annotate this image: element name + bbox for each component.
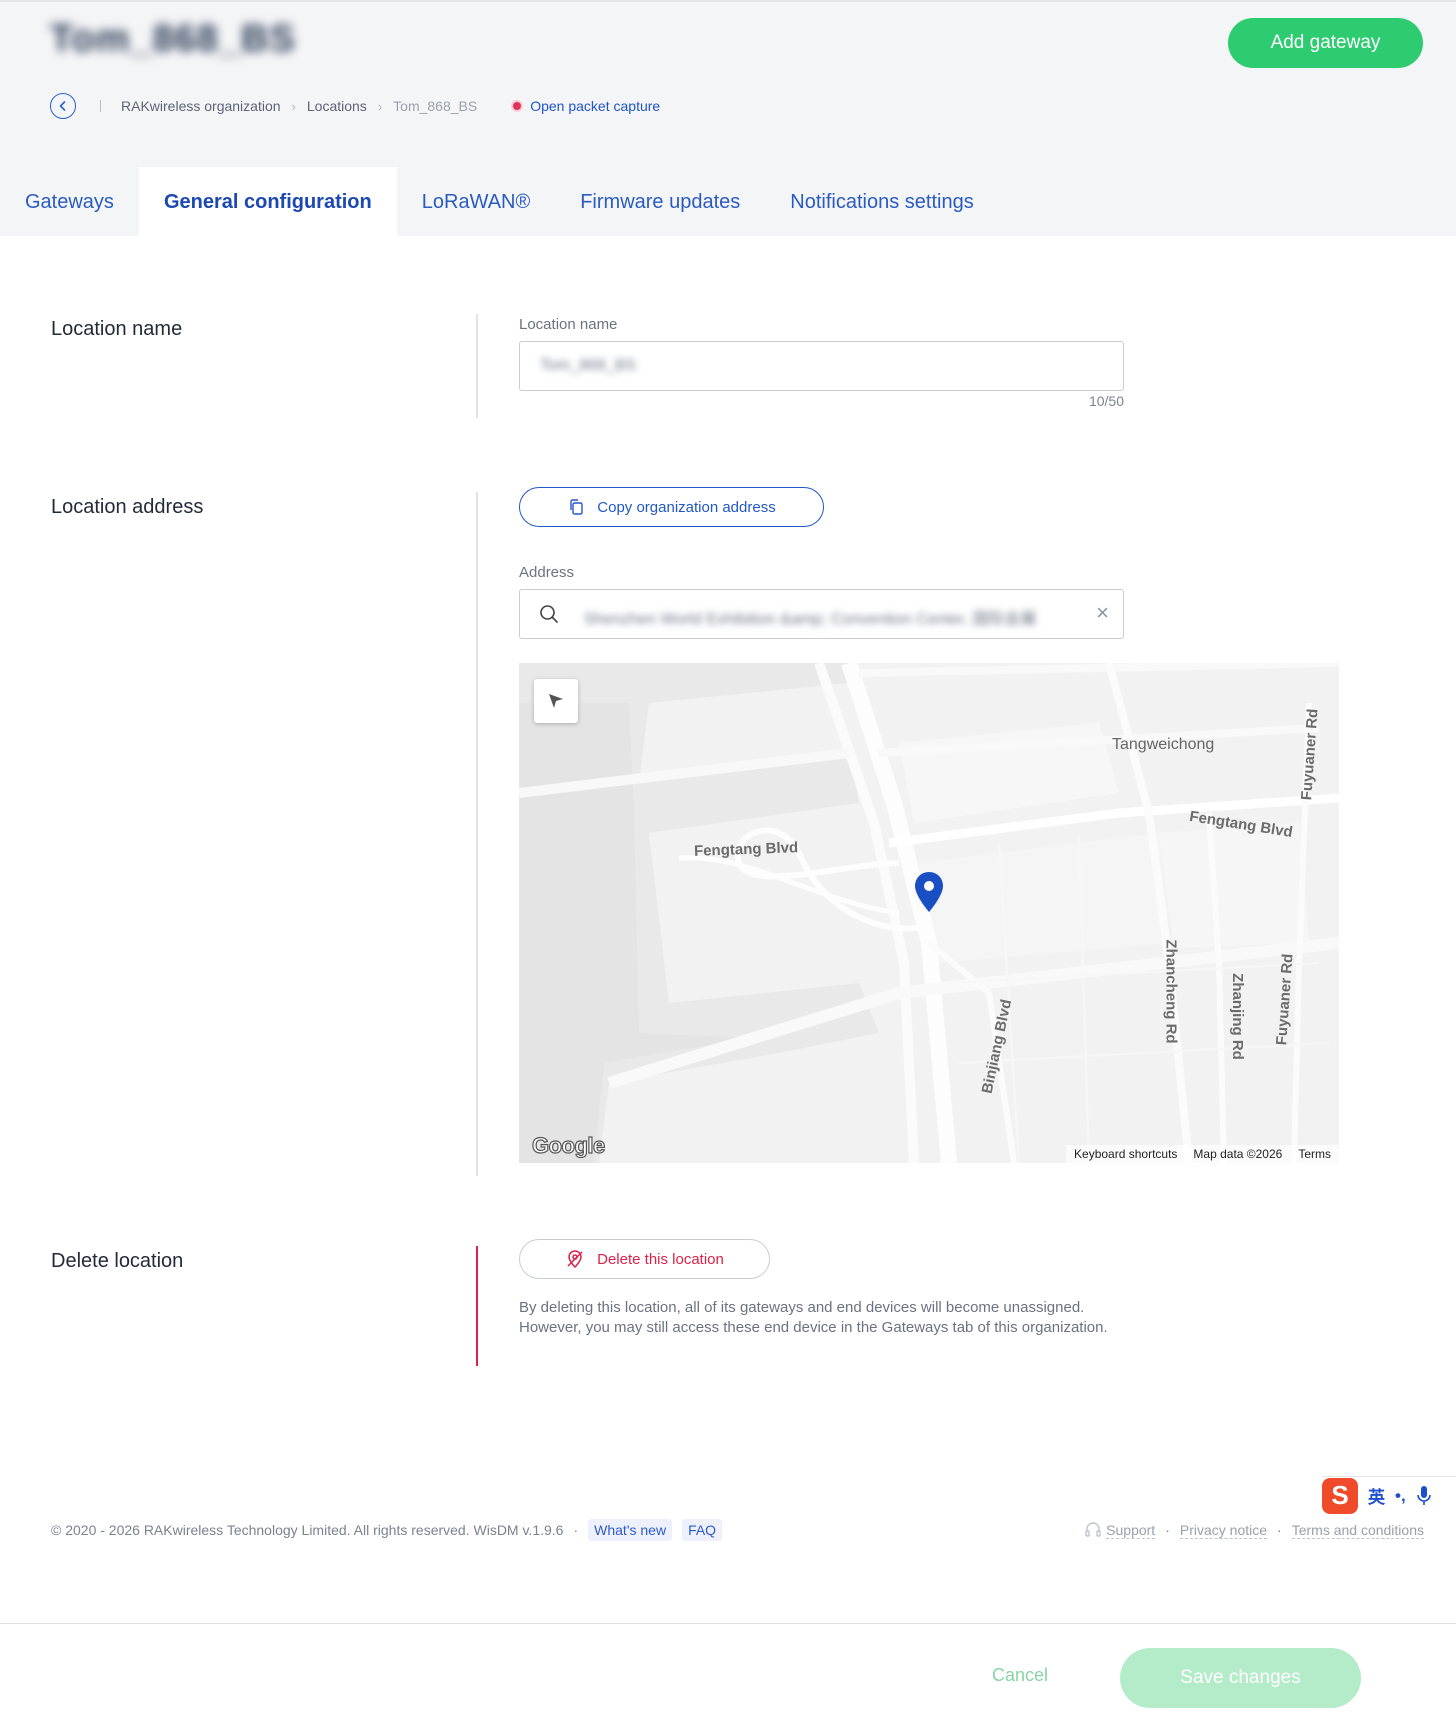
keyboard-shortcuts-link[interactable]: Keyboard shortcuts xyxy=(1066,1147,1185,1161)
map-attribution: Keyboard shortcuts Map data ©2026 Terms xyxy=(1066,1145,1339,1163)
save-changes-button[interactable]: Save changes xyxy=(1120,1648,1361,1708)
whats-new-link[interactable]: What's new xyxy=(588,1519,673,1541)
faq-link[interactable]: FAQ xyxy=(682,1519,723,1541)
location-off-icon xyxy=(567,1250,583,1269)
section-divider xyxy=(476,314,478,418)
map-data-text: Map data ©2026 xyxy=(1193,1147,1283,1161)
address-label: Address xyxy=(519,564,575,581)
action-bar: Cancel Save changes xyxy=(0,1623,1456,1723)
tab-gateways[interactable]: Gateways xyxy=(0,167,139,238)
page-header: Tom_868_BS Add gateway RAKwireless organ… xyxy=(0,0,1456,238)
map-label-tangweichong: Tangweichong xyxy=(1112,736,1215,753)
back-button[interactable] xyxy=(50,93,76,119)
google-logo: Google xyxy=(531,1132,605,1158)
chevron-left-icon xyxy=(59,101,66,111)
clear-icon[interactable]: × xyxy=(1096,601,1109,625)
copyright-text: © 2020 - 2026 RAKwireless Technology Lim… xyxy=(51,1522,564,1538)
separator-dot: · xyxy=(1165,1522,1170,1538)
record-dot-icon xyxy=(513,102,522,110)
footer: © 2020 - 2026 RAKwireless Technology Lim… xyxy=(51,1517,1424,1543)
support-link[interactable]: Support xyxy=(1106,1522,1156,1539)
breadcrumb: RAKwireless organization › Locations › T… xyxy=(50,93,660,119)
chevron-right-icon: › xyxy=(291,98,296,114)
section-divider xyxy=(476,492,478,1176)
separator-dot: · xyxy=(1277,1522,1282,1538)
navigation-arrow-icon xyxy=(549,694,563,708)
my-location-button[interactable] xyxy=(534,679,578,723)
location-pin-icon[interactable] xyxy=(914,871,944,913)
tab-lorawan[interactable]: LoRaWAN® xyxy=(397,167,555,238)
danger-divider xyxy=(476,1246,478,1366)
copy-icon xyxy=(570,499,583,515)
tab-firmware-updates[interactable]: Firmware updates xyxy=(555,167,765,238)
character-counter: 10/50 xyxy=(1088,393,1124,409)
tab-general-configuration[interactable]: General configuration xyxy=(138,167,397,238)
search-icon xyxy=(540,605,558,623)
map-label-zhanjing-rd: Zhanjing Rd xyxy=(1228,973,1246,1060)
address-search-input[interactable]: Shenzhen World Exhibition &amp; Conventi… xyxy=(519,589,1124,639)
delete-location-section-title: Delete location xyxy=(51,1250,184,1272)
map-label-fengtang-blvd: Fengtang Blvd xyxy=(693,839,799,860)
separator-dot: · xyxy=(573,1522,579,1538)
open-packet-capture-link[interactable]: Open packet capture xyxy=(530,98,660,114)
delete-location-label: Delete this location xyxy=(597,1250,724,1268)
delete-location-description: By deleting this location, all of its ga… xyxy=(519,1299,1108,1336)
address-value: Shenzhen World Exhibition &amp; Conventi… xyxy=(584,611,1037,628)
ime-punctuation[interactable]: •, xyxy=(1395,1486,1406,1506)
location-name-value: Tom_868_BS xyxy=(540,357,637,374)
location-name-section-title: Location name xyxy=(51,318,183,340)
copy-organization-address-button[interactable]: Copy organization address xyxy=(519,487,824,527)
ime-toolbar[interactable]: S 英 •, xyxy=(1322,1476,1456,1514)
page: Tom_868_BS Add gateway RAKwireless organ… xyxy=(0,0,1456,1723)
terms-and-conditions-link[interactable]: Terms and conditions xyxy=(1291,1522,1424,1539)
delete-location-button[interactable]: Delete this location xyxy=(519,1239,770,1279)
breadcrumb-current: Tom_868_BS xyxy=(393,98,478,114)
headset-icon xyxy=(1085,1522,1101,1537)
cancel-button[interactable]: Cancel xyxy=(975,1660,1065,1690)
page-title: Tom_868_BS xyxy=(50,18,296,60)
map-terms-link[interactable]: Terms xyxy=(1290,1147,1339,1161)
privacy-notice-link[interactable]: Privacy notice xyxy=(1179,1522,1268,1539)
map-roads xyxy=(519,663,1339,1163)
location-name-input[interactable]: Tom_868_BS xyxy=(519,341,1124,391)
microphone-icon[interactable] xyxy=(1416,1485,1432,1507)
chevron-right-icon: › xyxy=(377,98,383,114)
tab-bar: Gateways General configuration LoRaWAN® … xyxy=(0,167,999,238)
breadcrumb-divider xyxy=(100,100,101,112)
breadcrumb-locations[interactable]: Locations xyxy=(307,98,367,114)
ime-logo-icon: S xyxy=(1322,1477,1358,1514)
tab-notifications-settings[interactable]: Notifications settings xyxy=(765,167,998,238)
add-gateway-button[interactable]: Add gateway xyxy=(1228,18,1423,68)
ime-language[interactable]: 英 xyxy=(1368,1483,1385,1508)
copy-organization-address-label: Copy organization address xyxy=(597,498,776,516)
footer-links: Support · Privacy notice · Terms and con… xyxy=(1084,1521,1424,1539)
location-map[interactable]: Tangweichong Fengtang Blvd Fengtang Blvd… xyxy=(519,663,1339,1163)
location-address-section-title: Location address xyxy=(51,496,204,518)
breadcrumb-organization[interactable]: RAKwireless organization xyxy=(121,98,281,114)
location-name-label: Location name xyxy=(519,316,618,333)
map-label-zhancheng-rd: Zhancheng Rd xyxy=(1162,939,1180,1044)
